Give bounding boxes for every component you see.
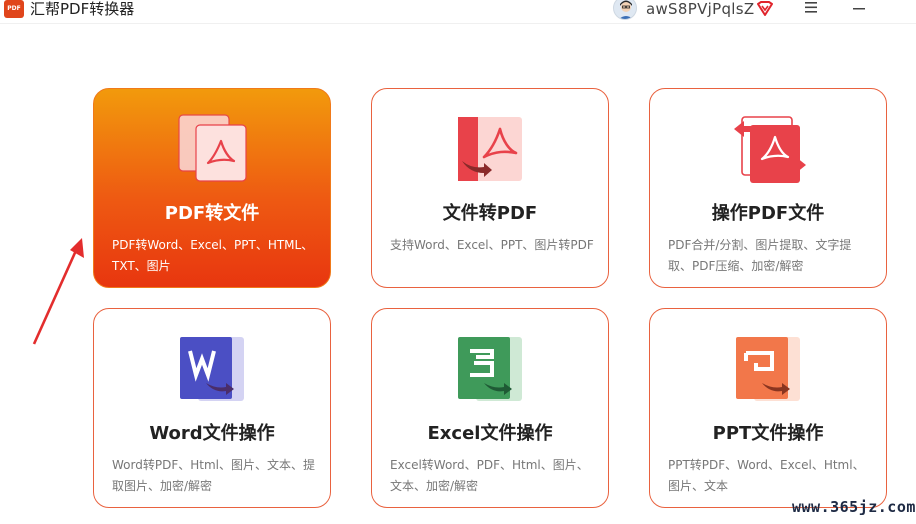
card-description: PDF合并/分割、图片提取、文字提取、PDF压缩、加密/解密	[668, 238, 852, 273]
title-bar: PDF 汇帮PDF转换器 awS8PVjPqlsZ	[0, 0, 916, 24]
card-word[interactable]: Word文件操作 Word转PDF、Html、图片、文本、提取图片、加密/解密	[93, 308, 331, 508]
pdf-operate-icon	[732, 113, 808, 185]
card-ppt[interactable]: PPT文件操作 PPT转PDF、Word、Excel、Html、图片、文本	[649, 308, 887, 508]
card-title: 文件转PDF	[442, 203, 538, 224]
card-pdf-to-file[interactable]: PDF转文件 PDF转Word、Excel、PPT、HTML、TXT、图片	[93, 88, 331, 288]
app-title: 汇帮PDF转换器	[30, 0, 135, 18]
word-icon	[176, 333, 252, 405]
card-description: Excel转Word、PDF、Html、图片、文本、加密/解密	[390, 458, 589, 493]
user-avatar[interactable]	[613, 0, 637, 20]
card-file-to-pdf[interactable]: 文件转PDF 支持Word、Excel、PPT、图片转PDF	[371, 88, 609, 288]
card-description: 支持Word、Excel、PPT、图片转PDF	[390, 238, 594, 252]
card-description: PDF转Word、Excel、PPT、HTML、TXT、图片	[112, 238, 314, 273]
card-title: PPT文件操作	[712, 423, 824, 444]
app-logo: PDF	[4, 0, 24, 18]
card-title: 操作PDF文件	[711, 203, 825, 224]
card-title: PDF转文件	[164, 203, 260, 224]
watermark: www.365jz.com	[792, 498, 916, 516]
card-description: PPT转PDF、Word、Excel、Html、图片、文本	[668, 458, 865, 493]
pdf-convert-icon	[454, 113, 530, 185]
ppt-icon	[732, 333, 808, 405]
annotation-arrow-icon	[30, 236, 90, 348]
card-operate-pdf[interactable]: 操作PDF文件 PDF合并/分割、图片提取、文字提取、PDF压缩、加密/解密	[649, 88, 887, 288]
vip-diamond-icon[interactable]	[755, 0, 775, 18]
card-excel[interactable]: Excel文件操作 Excel转Word、PDF、Html、图片、文本、加密/解…	[371, 308, 609, 508]
card-title: Excel文件操作	[427, 423, 553, 444]
card-description: Word转PDF、Html、图片、文本、提取图片、加密/解密	[112, 458, 315, 493]
menu-icon[interactable]	[802, 0, 820, 18]
pdf-stack-icon	[176, 113, 252, 185]
minimize-icon[interactable]	[850, 0, 868, 18]
username[interactable]: awS8PVjPqlsZ	[646, 0, 754, 18]
card-title: Word文件操作	[149, 423, 275, 444]
excel-icon	[454, 333, 530, 405]
